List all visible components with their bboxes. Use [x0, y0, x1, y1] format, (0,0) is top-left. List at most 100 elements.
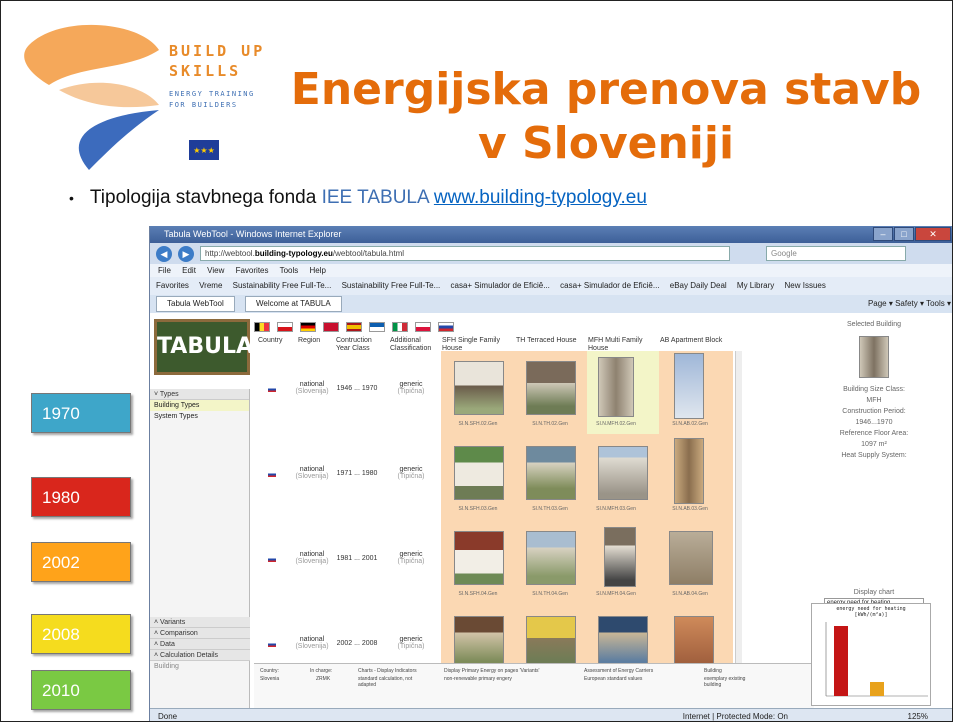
year-button-1970[interactable]: 1970 [31, 393, 131, 433]
flag-dk-icon[interactable] [323, 322, 339, 332]
building-image[interactable] [454, 531, 504, 585]
selected-header: Selected Building [846, 321, 902, 328]
building-types-item[interactable]: Building Types [150, 400, 249, 411]
close-button[interactable]: ✕ [915, 227, 951, 241]
table-row[interactable]: national (Slovenija) 1981 ... 2001 generi… [254, 523, 734, 606]
grid-scrollbar[interactable] [735, 351, 742, 696]
search-input[interactable]: Google [766, 246, 906, 261]
address-bar[interactable]: http://webtool.building-typology.eu/webt… [200, 246, 730, 261]
col-ab: AB Apartment Block [660, 337, 723, 344]
row-class: generic (Tipična) [386, 551, 436, 565]
system-types-item[interactable]: System Types [150, 411, 249, 422]
variants-label: Variants [160, 619, 186, 626]
tabula-logo: TABULA [154, 319, 253, 375]
building-image[interactable] [526, 446, 576, 500]
menu-view[interactable]: View [207, 266, 224, 275]
chart-label: Display chart [853, 589, 895, 596]
back-icon[interactable]: ◀ [156, 245, 172, 262]
flag-it-icon[interactable] [392, 322, 408, 332]
building-image[interactable] [526, 361, 576, 415]
building-image[interactable] [598, 446, 648, 500]
footer-assessment-value[interactable]: European standard values [584, 676, 642, 682]
tab-tabula-webtool[interactable]: Tabula WebTool [156, 296, 235, 312]
toolbar-right[interactable]: Page ▾ Safety ▾ Tools ▾ [868, 295, 951, 313]
year-button-2010[interactable]: 2010 [31, 670, 131, 710]
building-code: SI.N.MFH.03.Gen [596, 506, 636, 512]
flag-be-icon[interactable] [254, 322, 270, 332]
settings-footer: Country: Slovenia In charge: ZRMK Charts… [254, 663, 814, 708]
building-image[interactable] [674, 353, 704, 419]
footer-primary-value[interactable]: non-renewable primary engery [444, 676, 512, 682]
zoom-level[interactable]: 125% [908, 709, 928, 721]
types-header[interactable]: ˅ Types [150, 389, 249, 400]
footer-charts-value[interactable]: standard calculation, not adapted [358, 676, 428, 688]
logo-sub1: ENERGY TRAINING [169, 90, 255, 98]
fav-sustainability-2[interactable]: Sustainability Free Full-Te... [342, 281, 441, 290]
chart-title: energy need for heating [kWh/(m²a)] [836, 606, 906, 618]
fav-favorites[interactable]: Favorites [156, 281, 189, 290]
status-zone: Internet | Protected Mode: On [682, 712, 788, 721]
address-suffix: /webtool/tabula.html [332, 249, 405, 258]
building-image[interactable] [526, 531, 576, 585]
tab-welcome[interactable]: Welcome at TABULA [245, 296, 342, 312]
flag-si-icon [268, 642, 276, 647]
footer-charge-label: In charge: [310, 668, 333, 674]
fav-library[interactable]: My Library [737, 281, 774, 290]
flag-cz-icon[interactable] [277, 322, 293, 332]
flag-pl-icon[interactable] [415, 322, 431, 332]
fav-vreme[interactable]: Vreme [199, 281, 222, 290]
fav-casa-1[interactable]: casa+ Simulador de Eficiê... [451, 281, 550, 290]
building-code: SI.N.TH.02.Gen [532, 421, 568, 427]
row-years: 2002 ... 2008 [336, 640, 378, 647]
forward-icon[interactable]: ▶ [178, 245, 194, 262]
fav-new-issues[interactable]: New Issues [785, 281, 826, 290]
footer-building-value[interactable]: exemplary existing building [704, 676, 764, 688]
variants-header[interactable]: ˄ Variants [150, 617, 250, 628]
selected-building-pane: Selected Building Building Size Class: M… [805, 313, 943, 708]
building-image[interactable] [526, 616, 576, 670]
building-image[interactable] [674, 616, 714, 670]
region: national [299, 551, 325, 558]
minimize-button[interactable]: – [873, 227, 893, 241]
maximize-button[interactable]: □ [894, 227, 914, 241]
browser-title-bar: Tabula WebTool - Windows Internet Explor… [150, 226, 952, 243]
fav-casa-2[interactable]: casa+ Simulador de Eficiê... [560, 281, 659, 290]
building-image[interactable] [454, 446, 504, 500]
building-image[interactable] [604, 527, 636, 587]
year-button-1980[interactable]: 1980 [31, 477, 131, 517]
row-region: national (Slovenija) [294, 466, 330, 480]
bullet-text: Tipologija stavbnega fonda [89, 187, 317, 208]
building-image[interactable] [454, 616, 504, 670]
col-th: TH Terraced House [516, 337, 577, 344]
table-row[interactable]: national (Slovenija) 1971 ... 1980 generi… [254, 438, 734, 521]
menu-help[interactable]: Help [310, 266, 326, 275]
typology-link[interactable]: www.building-typology.eu [434, 187, 647, 208]
fav-ebay[interactable]: eBay Daily Deal [670, 281, 727, 290]
flag-es-icon[interactable] [346, 322, 362, 332]
table-row[interactable]: national (Slovenija) 1946 ... 1970 generi… [254, 353, 734, 436]
building-image[interactable] [598, 357, 634, 417]
building-code: SI.N.AB.03.Gen [672, 506, 708, 512]
class: generic [399, 551, 423, 558]
fav-sustainability-1[interactable]: Sustainability Free Full-Te... [233, 281, 332, 290]
data-header[interactable]: ˄ Data [150, 639, 250, 650]
comparison-header[interactable]: ˄ Comparison [150, 628, 250, 639]
menu-edit[interactable]: Edit [182, 266, 196, 275]
year-button-2002[interactable]: 2002 [31, 542, 131, 582]
building-image[interactable] [454, 361, 504, 415]
address-domain: building-typology.eu [254, 249, 333, 258]
flag-si-icon[interactable] [438, 322, 454, 332]
building-image[interactable] [674, 438, 704, 504]
row-region: national (Slovenija) [294, 636, 330, 650]
year-button-2008[interactable]: 2008 [31, 614, 131, 654]
calculation-details-header[interactable]: ˄ Calculation Details [150, 650, 250, 661]
row-years: 1971 ... 1980 [336, 470, 378, 477]
building-image[interactable] [669, 531, 713, 585]
menu-favorites[interactable]: Favorites [236, 266, 269, 275]
menu-file[interactable]: File [158, 266, 171, 275]
menu-tools[interactable]: Tools [280, 266, 299, 275]
building-image[interactable] [598, 616, 648, 670]
building-code: SI.N.SFH.04.Gen [458, 591, 498, 597]
flag-gr-icon[interactable] [369, 322, 385, 332]
flag-de-icon[interactable] [300, 322, 316, 332]
